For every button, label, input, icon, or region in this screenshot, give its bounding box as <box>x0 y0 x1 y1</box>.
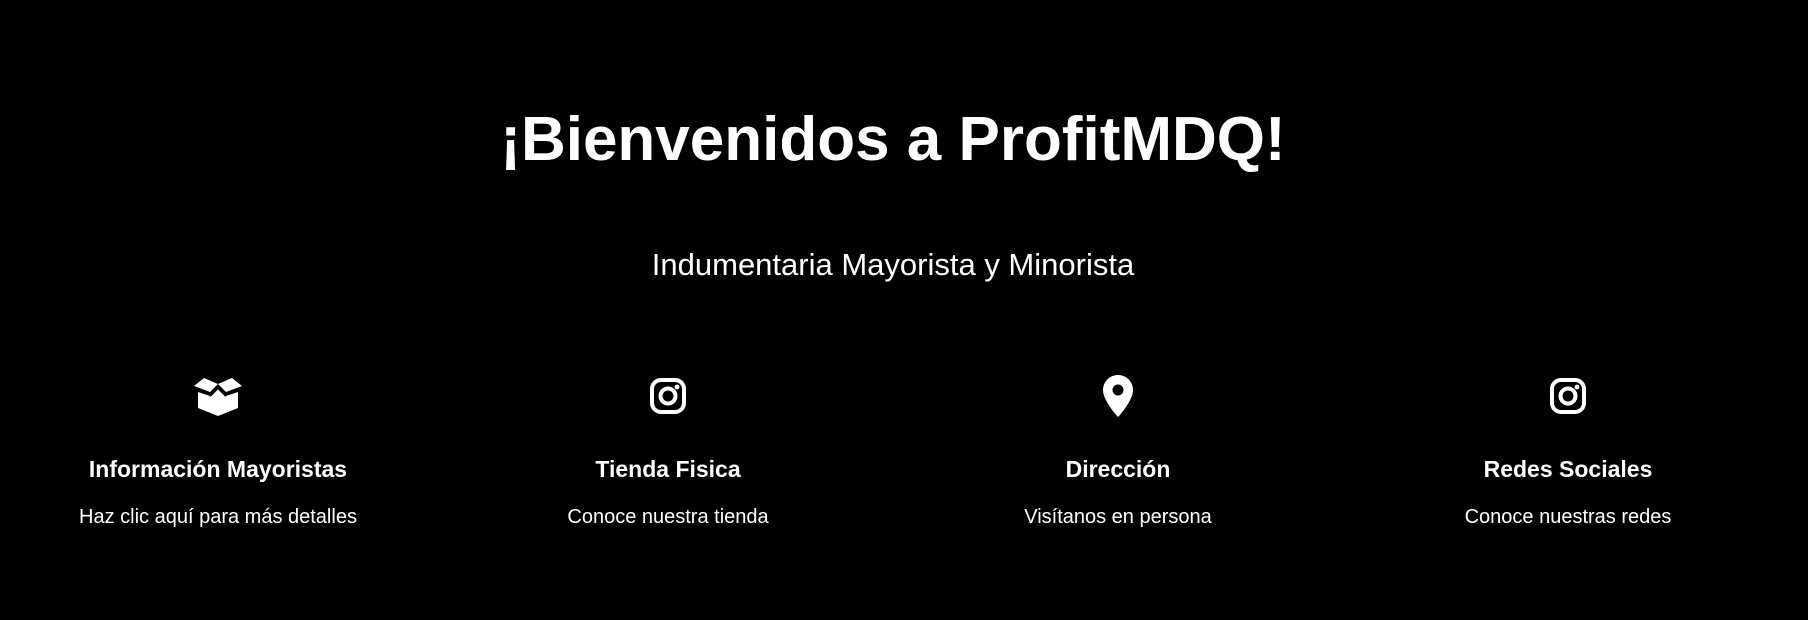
box-open-icon <box>192 372 244 420</box>
feature-description: Haz clic aquí para más detalles <box>79 506 357 528</box>
features-row: Información Mayoristas Haz clic aquí par… <box>0 372 1796 552</box>
feature-title: Tienda Fisica <box>595 456 741 482</box>
feature-description: Conoce nuestra tienda <box>567 506 769 528</box>
feature-wholesale-info[interactable]: Información Mayoristas Haz clic aquí par… <box>0 372 443 552</box>
feature-title: Dirección <box>1065 456 1171 482</box>
page-title: ¡Bienvenidos a ProfitMDQ! <box>500 105 1286 174</box>
feature-title: Redes Sociales <box>1483 456 1653 482</box>
instagram-icon <box>642 372 694 420</box>
page-subtitle: Indumentaria Mayorista y Minorista <box>651 247 1135 282</box>
instagram-icon <box>1542 372 1594 420</box>
feature-description: Visítanos en persona <box>1024 506 1212 528</box>
feature-physical-store[interactable]: Tienda Fisica Conoce nuestra tienda <box>443 372 893 552</box>
feature-title: Información Mayoristas <box>88 456 348 482</box>
feature-description: Conoce nuestras redes <box>1464 506 1672 528</box>
feature-address[interactable]: Dirección Visítanos en persona <box>893 372 1343 552</box>
feature-social-networks[interactable]: Redes Sociales Conoce nuestras redes <box>1343 372 1793 552</box>
map-pin-icon <box>1092 372 1144 420</box>
